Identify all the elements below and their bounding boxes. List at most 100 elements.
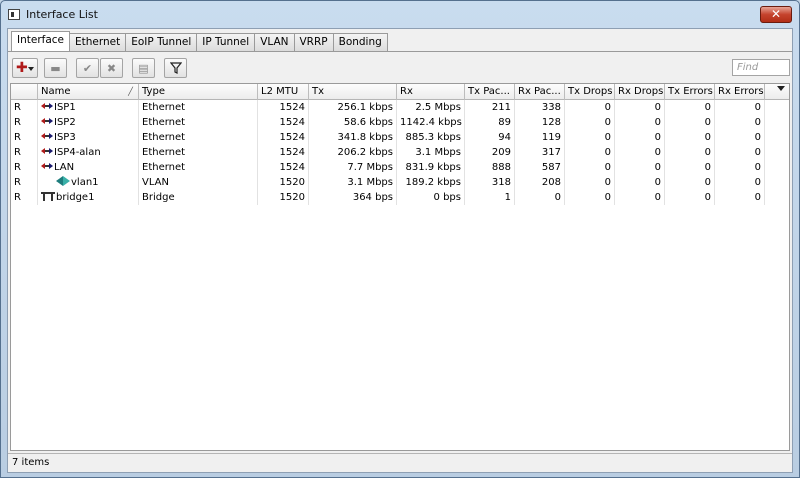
table-row[interactable]: R LAN Ethernet 1524 7.7 Mbps 831.9 kbps …: [11, 160, 789, 175]
row-tx-drops: 0: [565, 145, 615, 160]
enable-button[interactable]: ✔: [76, 58, 99, 78]
bridge-icon: [41, 192, 55, 201]
comment-button[interactable]: ▤: [132, 58, 155, 78]
filter-icon: [169, 62, 182, 74]
title-bar[interactable]: Interface List ✕: [1, 1, 799, 27]
row-rx-packets: 338: [515, 100, 565, 115]
tab-ip-tunnel[interactable]: IP Tunnel: [197, 33, 256, 52]
col-header-type[interactable]: Type: [139, 84, 258, 100]
row-rx-packets: 119: [515, 130, 565, 145]
interface-table: Name ╱ Type L2 MTU Tx Rx Tx Pac... Rx Pa…: [10, 83, 790, 451]
row-tx-packets: 1: [465, 190, 515, 205]
col-header-rx-packets[interactable]: Rx Pac...: [515, 84, 565, 100]
col-header-rx-errors[interactable]: Rx Errors: [715, 84, 765, 100]
row-rx-drops: 0: [615, 160, 665, 175]
table-row[interactable]: R vlan1 VLAN 1520 3.1 Mbps 189.2 kbps 31…: [11, 175, 789, 190]
column-menu-button[interactable]: [765, 84, 789, 100]
table-row[interactable]: R bridge1 Bridge 1520 364 bps 0 bps 1 0 …: [11, 190, 789, 205]
col-header-tx[interactable]: Tx: [309, 84, 397, 100]
col-header-rx-drops[interactable]: Rx Drops: [615, 84, 665, 100]
row-tx-packets: 94: [465, 130, 515, 145]
row-rx-drops: 0: [615, 145, 665, 160]
item-count: 7 items: [12, 457, 50, 468]
row-rx: 3.1 Mbps: [397, 145, 465, 160]
table-row[interactable]: R ISP4-alan Ethernet 1524 206.2 kbps 3.1…: [11, 145, 789, 160]
row-l2mtu: 1524: [258, 145, 309, 160]
table-header: Name ╱ Type L2 MTU Tx Rx Tx Pac... Rx Pa…: [11, 84, 789, 100]
col-header-tx-errors[interactable]: Tx Errors: [665, 84, 715, 100]
ethernet-icon: [41, 146, 53, 156]
row-type: Bridge: [139, 190, 258, 205]
row-name: ISP3: [54, 132, 76, 143]
row-flag: R: [11, 145, 38, 160]
row-l2mtu: 1524: [258, 160, 309, 175]
close-button[interactable]: ✕: [760, 6, 792, 23]
row-rx: 189.2 kbps: [397, 175, 465, 190]
disable-button[interactable]: ✖: [100, 58, 123, 78]
tab-vlan[interactable]: VLAN: [255, 33, 295, 52]
row-rx-errors: 0: [715, 160, 765, 175]
row-rx-errors: 0: [715, 115, 765, 130]
row-tx-errors: 0: [665, 175, 715, 190]
tab-bonding[interactable]: Bonding: [333, 33, 388, 52]
col-header-tx-packets[interactable]: Tx Pac...: [465, 84, 515, 100]
window-icon: [8, 8, 20, 20]
row-flag: R: [11, 115, 38, 130]
row-rx-errors: 0: [715, 175, 765, 190]
row-tx-drops: 0: [565, 175, 615, 190]
row-tx-drops: 0: [565, 190, 615, 205]
row-tx: 256.1 kbps: [309, 100, 397, 115]
col-header-rx[interactable]: Rx: [397, 84, 465, 100]
toolbar: ✚ ▬ ✔ ✖ ▤: [12, 58, 790, 80]
tab-vrrp[interactable]: VRRP: [294, 33, 334, 52]
tab-eoip-tunnel[interactable]: EoIP Tunnel: [126, 33, 198, 52]
row-l2mtu: 1524: [258, 100, 309, 115]
row-rx: 885.3 kbps: [397, 130, 465, 145]
row-flag: R: [11, 160, 38, 175]
col-header-name[interactable]: Name ╱: [38, 84, 139, 100]
row-name-cell: vlan1: [38, 175, 139, 190]
row-tx-errors: 0: [665, 190, 715, 205]
row-type: Ethernet: [139, 100, 258, 115]
row-l2mtu: 1520: [258, 175, 309, 190]
row-rx-drops: 0: [615, 115, 665, 130]
row-tx: 58.6 kbps: [309, 115, 397, 130]
row-name-cell: ISP4-alan: [38, 145, 139, 160]
col-header-name-label: Name: [41, 86, 71, 97]
row-tx: 7.7 Mbps: [309, 160, 397, 175]
row-name: bridge1: [56, 192, 95, 203]
remove-button[interactable]: ▬: [44, 58, 67, 78]
window-client-area: Interface Ethernet EoIP Tunnel IP Tunnel…: [7, 28, 793, 473]
filter-button[interactable]: [164, 58, 187, 78]
table-row[interactable]: R ISP1 Ethernet 1524 256.1 kbps 2.5 Mbps…: [11, 100, 789, 115]
comment-icon: ▤: [138, 61, 149, 75]
vlan-icon: [56, 176, 70, 186]
row-name: vlan1: [71, 177, 99, 188]
row-flag: R: [11, 190, 38, 205]
row-tx-packets: 888: [465, 160, 515, 175]
tab-ethernet[interactable]: Ethernet: [70, 33, 127, 52]
row-l2mtu: 1524: [258, 130, 309, 145]
row-tx: 206.2 kbps: [309, 145, 397, 160]
minus-icon: ▬: [50, 61, 61, 75]
col-header-tx-drops[interactable]: Tx Drops: [565, 84, 615, 100]
row-tx-packets: 89: [465, 115, 515, 130]
ethernet-icon: [41, 116, 53, 126]
add-button[interactable]: ✚: [12, 58, 38, 78]
find-input[interactable]: [732, 59, 790, 76]
row-type: Ethernet: [139, 115, 258, 130]
col-header-l2mtu[interactable]: L2 MTU: [258, 84, 309, 100]
row-tx-packets: 211: [465, 100, 515, 115]
col-header-flag[interactable]: [11, 84, 38, 100]
row-rx-packets: 128: [515, 115, 565, 130]
row-name-cell: bridge1: [38, 190, 139, 205]
table-row[interactable]: R ISP2 Ethernet 1524 58.6 kbps 1142.4 kb…: [11, 115, 789, 130]
tab-interface[interactable]: Interface: [11, 31, 71, 52]
tab-bar: Interface Ethernet EoIP Tunnel IP Tunnel…: [11, 31, 388, 52]
row-tx-errors: 0: [665, 100, 715, 115]
ethernet-icon: [41, 131, 53, 141]
row-rx-drops: 0: [615, 130, 665, 145]
check-icon: ✔: [82, 61, 93, 75]
table-row[interactable]: R ISP3 Ethernet 1524 341.8 kbps 885.3 kb…: [11, 130, 789, 145]
row-tx: 341.8 kbps: [309, 130, 397, 145]
